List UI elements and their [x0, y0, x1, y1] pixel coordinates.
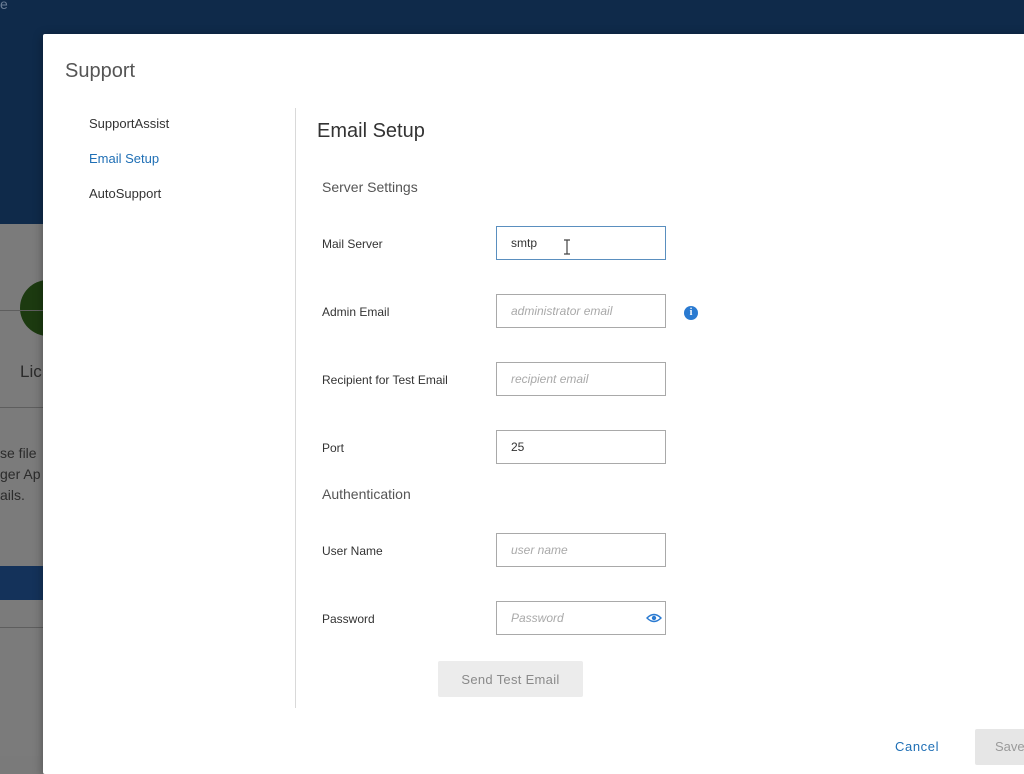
support-dialog: Support SupportAssist Email Setup AutoSu… — [43, 34, 1024, 774]
password-input[interactable] — [496, 601, 666, 635]
vertical-divider — [295, 108, 296, 708]
authentication-heading: Authentication — [322, 486, 411, 502]
support-nav: SupportAssist Email Setup AutoSupport — [89, 116, 169, 221]
cancel-button[interactable]: Cancel — [895, 739, 939, 754]
mail-server-input[interactable] — [496, 226, 666, 260]
user-name-label: User Name — [322, 544, 383, 558]
user-name-input[interactable] — [496, 533, 666, 567]
port-input[interactable] — [496, 430, 666, 464]
background-divider — [0, 407, 44, 408]
background-text: se file — [0, 445, 37, 461]
admin-email-label: Admin Email — [322, 305, 390, 319]
nav-item-supportassist[interactable]: SupportAssist — [89, 116, 169, 151]
nav-item-email-setup[interactable]: Email Setup — [89, 151, 169, 186]
text-cursor-icon — [564, 239, 570, 255]
recipient-email-input[interactable] — [496, 362, 666, 396]
password-label: Password — [322, 612, 375, 626]
save-button[interactable]: Save — [975, 729, 1024, 765]
background-divider — [0, 627, 44, 628]
background-text: ger Ap — [0, 466, 41, 482]
eye-icon[interactable] — [646, 612, 662, 624]
background-text: ails. — [0, 487, 25, 503]
port-label: Port — [322, 441, 345, 455]
dialog-title: Support — [65, 60, 136, 82]
server-settings-heading: Server Settings — [322, 179, 418, 195]
background-text: Lic — [20, 362, 42, 381]
background-divider — [0, 310, 44, 311]
nav-item-autosupport[interactable]: AutoSupport — [89, 186, 169, 221]
background-button — [0, 566, 44, 600]
mail-server-label: Mail Server — [322, 237, 383, 251]
send-test-email-button[interactable]: Send Test Email — [438, 661, 583, 697]
section-title: Email Setup — [317, 120, 425, 142]
background-header-text: e — [0, 0, 8, 12]
recipient-label: Recipient for Test Email — [322, 373, 448, 387]
admin-email-input[interactable] — [496, 294, 666, 328]
info-icon[interactable]: i — [684, 306, 698, 320]
